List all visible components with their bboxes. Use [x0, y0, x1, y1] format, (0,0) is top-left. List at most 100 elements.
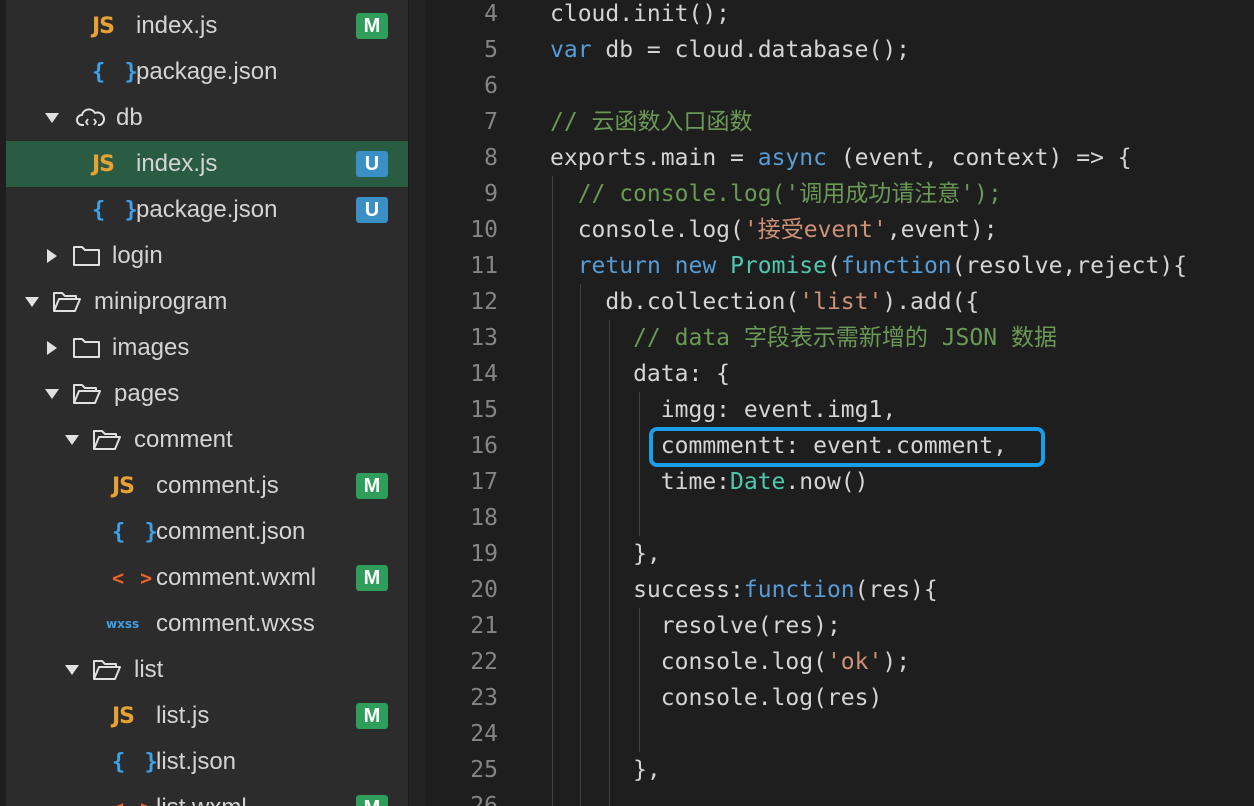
explorer-file-row[interactable]: JS index.js U	[6, 141, 408, 187]
explorer-file-row[interactable]: wxss comment.wxss	[6, 601, 408, 647]
explorer-folder-row[interactable]: list	[6, 647, 408, 693]
code-token: 'ok'	[826, 649, 883, 675]
code-line[interactable]: 15 imgg: event.img1,	[426, 392, 1254, 428]
panel-splitter[interactable]	[408, 0, 427, 806]
code-text: cloud.init();	[550, 0, 730, 32]
chevron-down-icon[interactable]	[44, 110, 60, 126]
explorer-file-row[interactable]: { } package.json U	[6, 187, 408, 233]
explorer-file-row[interactable]: JS index.js M	[6, 3, 408, 49]
explorer-file-row[interactable]: < >list.wxml M	[6, 785, 408, 806]
code-token: Promise	[730, 253, 827, 279]
code-text: // console.log('调用成功请注意');	[550, 176, 1002, 212]
chevron-right-icon[interactable]	[44, 248, 60, 264]
code-token: cloud.init();	[550, 1, 731, 27]
code-line[interactable]: 17 time:Date.now()	[426, 464, 1254, 500]
code-line[interactable]: 5 var db = cloud.database();	[426, 32, 1254, 68]
line-number: 8	[484, 145, 498, 171]
line-number: 6	[484, 73, 498, 99]
code-token: },	[550, 757, 661, 783]
explorer-item-label: comment.wxml	[156, 564, 317, 591]
code-line[interactable]: 11 return new Promise(function(resolve,r…	[426, 248, 1254, 284]
explorer-file-row[interactable]: JS list.js M	[6, 693, 408, 739]
code-line[interactable]: 12 db.collection('list').add({	[426, 284, 1254, 320]
line-number: 19	[470, 541, 498, 567]
json-file-icon: { }	[112, 749, 161, 775]
explorer-file-row[interactable]: JS comment.js M	[6, 463, 408, 509]
explorer-file-row[interactable]: { } package.json	[6, 49, 408, 95]
explorer-folder-row[interactable]: pages	[6, 371, 408, 417]
line-number: 13	[470, 325, 498, 351]
explorer-item-label: comment.js	[156, 472, 279, 499]
chevron-down-icon[interactable]	[44, 386, 60, 402]
file-explorer: JS index.js M{ } package.json db JS index.js U{…	[0, 0, 408, 806]
untracked-badge: U	[356, 151, 388, 177]
code-line[interactable]: 22 console.log('ok');	[426, 644, 1254, 680]
code-line[interactable]: 25 },	[426, 752, 1254, 788]
code-line[interactable]: 9 // console.log('调用成功请注意');	[426, 176, 1254, 212]
explorer-item-label: miniprogram	[94, 288, 228, 315]
code-line[interactable]: 6	[426, 68, 1254, 104]
code-line[interactable]: 13 // data 字段表示需新增的 JSON 数据	[426, 320, 1254, 356]
line-number: 9	[484, 181, 498, 207]
line-number: 14	[470, 361, 498, 387]
code-line[interactable]: 7 // 云函数入口函数	[426, 104, 1254, 140]
code-token: // 云函数入口函数	[550, 109, 753, 135]
code-text: exports.main = async (event, context) =>…	[550, 140, 1132, 176]
js-file-icon: JS	[92, 13, 115, 39]
explorer-file-row[interactable]: { } comment.json	[6, 509, 408, 555]
explorer-item-label: pages	[114, 380, 180, 407]
explorer-item-label: comment.json	[156, 518, 306, 545]
code-line[interactable]: 8 exports.main = async (event, context) =…	[426, 140, 1254, 176]
code-line[interactable]: 18	[426, 500, 1254, 536]
code-editor[interactable]: 4 cloud.init(); 5 var db = cloud.database()…	[426, 0, 1254, 806]
code-token: db.collection(	[550, 289, 800, 315]
code-line[interactable]: 19 },	[426, 536, 1254, 572]
chevron-down-icon[interactable]	[64, 662, 80, 678]
code-line[interactable]: 10 console.log('接受event',event);	[426, 212, 1254, 248]
line-number: 7	[484, 109, 498, 135]
line-number: 12	[470, 289, 498, 315]
code-line[interactable]: 26	[426, 788, 1254, 806]
code-token: console.log(	[550, 217, 744, 243]
explorer-file-row[interactable]: { } list.json	[6, 739, 408, 785]
code-token: imgg: event.img1,	[550, 397, 897, 423]
explorer-item-label: list.wxml	[156, 794, 247, 806]
line-number: 17	[470, 469, 498, 495]
code-token: (resolve,reject){	[951, 253, 1188, 279]
code-token: time:	[550, 469, 731, 495]
code-text: },	[550, 536, 661, 572]
code-line[interactable]: 21 resolve(res);	[426, 608, 1254, 644]
line-number: 20	[470, 577, 498, 603]
explorer-folder-row[interactable]: images	[6, 325, 408, 371]
code-text: // data 字段表示需新增的 JSON 数据	[550, 320, 1057, 356]
code-token: exports.main =	[550, 145, 758, 171]
line-number: 10	[470, 217, 498, 243]
json-file-icon: { }	[92, 59, 141, 85]
code-line[interactable]: 23 console.log(res)	[426, 680, 1254, 716]
explorer-folder-row[interactable]: comment	[6, 417, 408, 463]
explorer-item-label: comment.wxss	[156, 610, 315, 637]
explorer-folder-row[interactable]: db	[6, 95, 408, 141]
chevron-right-icon[interactable]	[44, 340, 60, 356]
code-token: resolve(res);	[550, 613, 841, 639]
chevron-down-icon[interactable]	[64, 432, 80, 448]
code-line[interactable]: 14 data: {	[426, 356, 1254, 392]
code-line[interactable]: 20 success:function(res){	[426, 572, 1254, 608]
code-text: return new Promise(function(resolve,reje…	[550, 248, 1187, 284]
line-number: 16	[470, 433, 498, 459]
code-token: // data 字段表示需新增的 JSON 数据	[550, 325, 1057, 351]
explorer-file-row[interactable]: < > comment.wxml M	[6, 555, 408, 601]
explorer-folder-row[interactable]: miniprogram	[6, 279, 408, 325]
explorer-folder-row[interactable]: login	[6, 233, 408, 279]
code-token: 'list'	[799, 289, 883, 315]
chevron-down-icon[interactable]	[24, 294, 40, 310]
line-number: 22	[470, 649, 498, 675]
explorer-item-label: images	[112, 334, 190, 361]
code-token: console.log(	[550, 649, 827, 675]
code-line[interactable]: 24	[426, 716, 1254, 752]
code-token: (event, context) => {	[826, 145, 1132, 171]
cloud-folder-icon	[76, 103, 106, 133]
line-number: 25	[470, 757, 498, 783]
code-line[interactable]: 4 cloud.init();	[426, 0, 1254, 32]
